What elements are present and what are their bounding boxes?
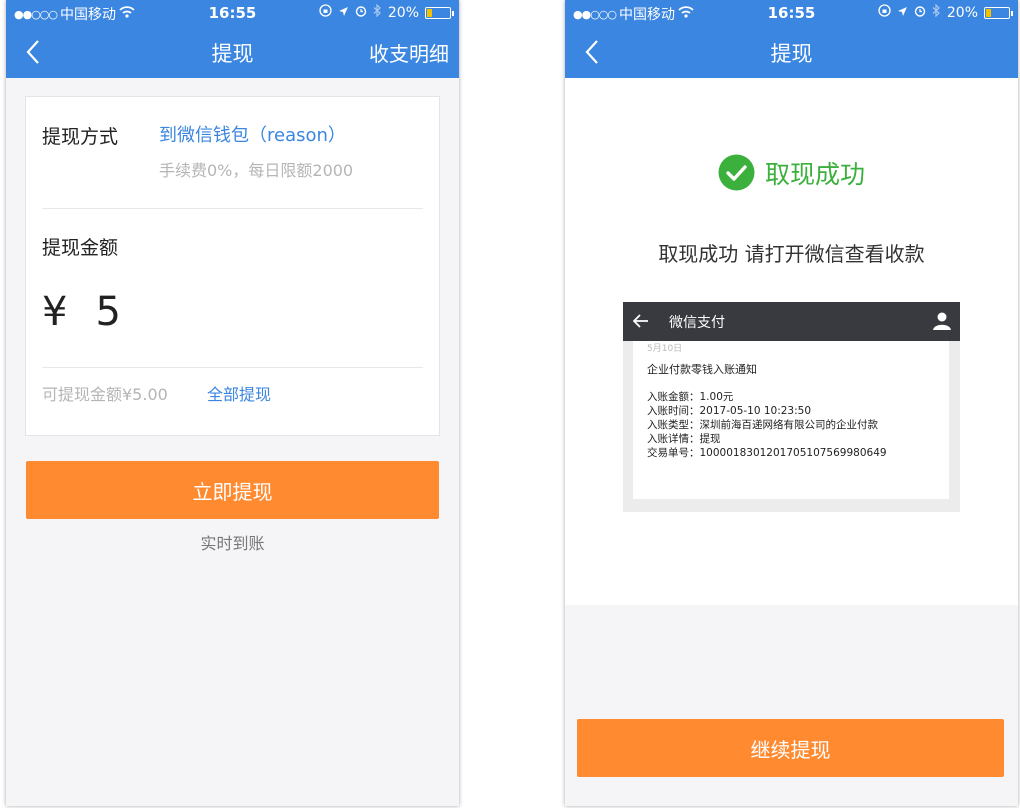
header: ●●○○○ 中国移动 16:55 20 (565, 0, 1018, 78)
continue-withdraw-button[interactable]: 继续提现 (577, 719, 1004, 777)
available-balance: 可提现金额¥5.00 (42, 385, 168, 404)
divider (42, 367, 423, 368)
fee-note: 手续费0%，每日限额2000 (159, 161, 354, 180)
status-bar: ●●○○○ 中国移动 16:55 20% (6, 0, 459, 26)
amount-input[interactable]: ¥5 (42, 289, 121, 335)
page-title: 提现 (770, 42, 813, 66)
wechat-notification-screenshot: 微信支付 5月10日 企业付款零钱入账通知 入账金额：1.00元 入账时间：20… (623, 302, 960, 512)
withdraw-now-button[interactable]: 立即提现 (26, 461, 439, 519)
rotation-lock-icon (878, 4, 891, 21)
detail-line: 交易单号：1000018301201705107569980649 (647, 447, 887, 459)
location-icon (338, 5, 349, 21)
currency-symbol: ¥ (42, 289, 68, 335)
success-panel: 取现成功 取现成功 请打开微信查看收款 微信支付 5月10日 企业付款零钱入账通… (565, 78, 1018, 605)
withdraw-success-screen: ●●○○○ 中国移动 16:55 20% 提现 取现成功 取现成功 请打开微信查… (565, 0, 1018, 806)
header: ●●○○○ 中国移动 16:55 20 (6, 0, 459, 78)
bluetooth-icon (373, 3, 382, 21)
detail-line: 入账时间：2017-05-10 10:23:50 (647, 405, 812, 417)
wechat-nav-bar: 微信支付 (623, 302, 960, 341)
alarm-icon (914, 5, 926, 21)
rotation-lock-icon (319, 4, 332, 21)
message-date: 5月10日 (647, 344, 683, 354)
method-label: 提现方式 (42, 126, 119, 148)
success-message: 取现成功 请打开微信查看收款 (658, 242, 925, 266)
income-expense-details-link[interactable]: 收支明细 (369, 38, 449, 67)
battery-icon (984, 6, 1013, 19)
detail-line: 入账详情：提现 (647, 433, 721, 445)
check-circle-icon (718, 154, 755, 191)
detail-line: 入账类型：深圳前海百递网络有限公司的企业付款 (647, 419, 878, 431)
withdraw-screen: ●●○○○ 中国移动 16:55 20% 提现 收支明细 提现方式 到微信钱包（… (6, 0, 459, 806)
wechat-pay-title: 微信支付 (669, 315, 725, 331)
battery-percent: 20% (387, 4, 419, 21)
success-title: 取现成功 (764, 159, 865, 189)
notice-title: 企业付款零钱入账通知 (647, 363, 757, 376)
divider (42, 208, 423, 209)
amount-label: 提现金额 (42, 237, 119, 259)
bluetooth-icon (932, 3, 941, 21)
location-icon (897, 5, 908, 21)
withdraw-form-card: 提现方式 到微信钱包（reason） 手续费0%，每日限额2000 提现金额 ¥… (25, 96, 440, 436)
wechat-message-card: 5月10日 企业付款零钱入账通知 入账金额：1.00元 入账时间：2017-05… (633, 341, 949, 499)
withdraw-method-select[interactable]: 到微信钱包（reason） (159, 121, 346, 147)
withdraw-all-link[interactable]: 全部提现 (207, 381, 271, 405)
detail-line: 入账金额：1.00元 (647, 391, 734, 403)
nav-bar: 提现 收支明细 (6, 26, 459, 78)
nav-bar: 提现 (565, 26, 1018, 78)
alarm-icon (355, 5, 367, 21)
battery-percent: 20% (946, 4, 978, 21)
arrow-left-icon (633, 314, 648, 328)
realtime-arrival-note: 实时到账 (200, 534, 265, 553)
amount-value: 5 (95, 289, 121, 335)
battery-icon (425, 6, 454, 19)
user-icon (933, 312, 951, 330)
status-bar: ●●○○○ 中国移动 16:55 20% (565, 0, 1018, 26)
